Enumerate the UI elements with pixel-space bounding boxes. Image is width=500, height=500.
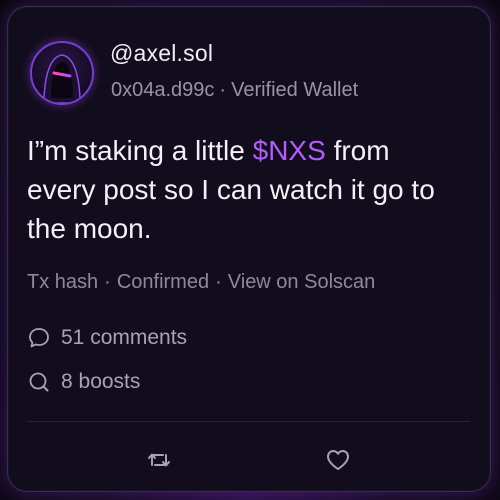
ticker-link[interactable]: $NXS bbox=[253, 135, 326, 166]
retweet-icon bbox=[148, 453, 170, 467]
hooded-figure-icon bbox=[43, 54, 81, 103]
search-loop-icon bbox=[29, 372, 49, 392]
divider bbox=[27, 421, 470, 422]
wallet-line: 0x04a.d99c · Verified Wallet bbox=[111, 79, 358, 102]
tx-hash-link[interactable]: Tx hash bbox=[27, 271, 98, 293]
tx-status: Confirmed bbox=[116, 271, 210, 293]
heart-icon bbox=[327, 450, 349, 470]
separator-dot: · bbox=[215, 271, 222, 293]
post-text: I”m staking a little $NXS from every pos… bbox=[27, 131, 457, 248]
separator-dot: · bbox=[104, 271, 111, 293]
user-handle[interactable]: @axel.sol bbox=[110, 40, 213, 67]
separator-dot: · bbox=[219, 79, 227, 101]
boosts-count: 8 boosts bbox=[61, 370, 141, 393]
comments-stat[interactable]: 51 comments bbox=[27, 326, 187, 350]
post-text-start: I”m staking a little bbox=[27, 135, 253, 166]
solscan-link[interactable]: View on Solscan bbox=[228, 271, 376, 293]
comment-bubble-icon bbox=[29, 328, 49, 348]
verified-label: Verified Wallet bbox=[231, 79, 359, 101]
avatar[interactable] bbox=[30, 41, 94, 105]
comments-count: 51 comments bbox=[61, 326, 188, 349]
transaction-meta: Tx hash · Confirmed · View on Solscan bbox=[27, 271, 375, 294]
page-background: @axel.sol 0x04a.d99c · Verified Wallet I”m… bbox=[0, 0, 500, 500]
boosts-stat[interactable]: 8 boosts bbox=[27, 370, 140, 394]
wallet-address[interactable]: 0x04a.d99c bbox=[111, 79, 214, 101]
like-button[interactable] bbox=[324, 446, 352, 474]
retweet-button[interactable] bbox=[145, 446, 173, 474]
